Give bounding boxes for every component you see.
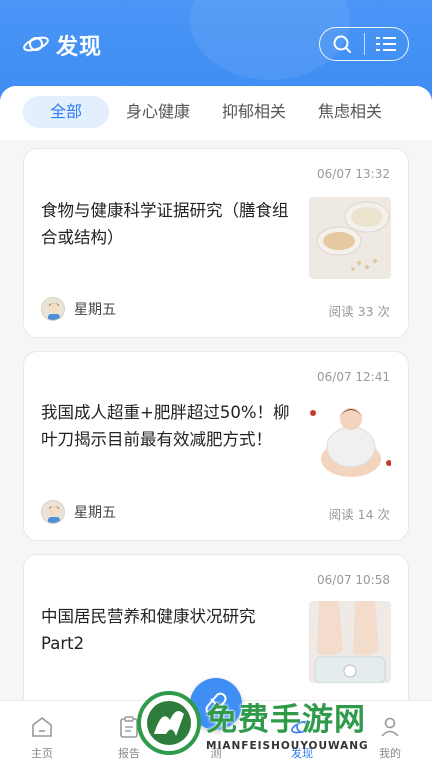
- nav-label: 主页: [31, 747, 53, 760]
- tab-anxiety[interactable]: 焦虑相关: [308, 96, 392, 128]
- read-count: 阅读 33 次: [328, 304, 390, 319]
- article-time: 06/07 10:58: [317, 573, 390, 587]
- author-row: 星期五: [41, 500, 116, 524]
- list-menu-icon: [376, 37, 397, 51]
- article-time: 06/07 13:32: [317, 167, 390, 181]
- author-row: 星期五: [41, 297, 116, 321]
- tab-all[interactable]: 全部: [23, 96, 109, 128]
- home-icon: [32, 716, 52, 737]
- page-title: 发现: [56, 35, 103, 60]
- article-card[interactable]: 06/07 12:41 我国成人超重+肥胖超过50%！柳叶刀揭示目前最有效减肥方…: [23, 351, 409, 541]
- menu-button[interactable]: [365, 28, 409, 60]
- article-title: 中国居民营养和健康状况研究Part2: [41, 607, 256, 653]
- header: 发现: [0, 0, 432, 90]
- avatar: [41, 297, 65, 321]
- watermark-title: 免费手游网: [206, 702, 366, 738]
- watermark: 免费手游网 MIANFEISHOUYOUWANG: [136, 690, 426, 768]
- category-tabs: 全部 身心健康 抑郁相关 焦虑相关: [0, 86, 432, 140]
- food-bowls-image: [309, 197, 391, 279]
- article-card[interactable]: 06/07 13:32 食物与健康科学证据研究（膳食组合或结构） 星期五 阅读 …: [23, 148, 409, 338]
- watermark-subtitle: MIANFEISHOUYOUWANG: [206, 740, 369, 752]
- avatar: [41, 500, 65, 524]
- article-time: 06/07 12:41: [317, 370, 390, 384]
- author-name: 星期五: [74, 302, 116, 318]
- overweight-woman-image: [309, 397, 391, 479]
- tab-depression[interactable]: 抑郁相关: [212, 96, 296, 128]
- watermark-logo-icon: [137, 691, 201, 755]
- planet-logo-icon: [23, 36, 49, 52]
- feet-on-scale-image: [309, 601, 391, 683]
- main-content: 全部 身心健康 抑郁相关 焦虑相关 06/07 13:32 食物与健康科学证据研…: [0, 86, 432, 768]
- tab-mind-body-health[interactable]: 身心健康: [116, 96, 200, 128]
- search-button[interactable]: [320, 28, 364, 60]
- read-count: 阅读 14 次: [328, 507, 390, 522]
- article-title: 我国成人超重+肥胖超过50%！柳叶刀揭示目前最有效减肥方式！: [41, 403, 290, 449]
- author-name: 星期五: [74, 505, 116, 521]
- header-actions: [319, 27, 409, 61]
- article-title: 食物与健康科学证据研究（膳食组合或结构）: [41, 201, 289, 247]
- search-icon: [333, 35, 351, 53]
- nav-home[interactable]: 主页: [12, 701, 72, 768]
